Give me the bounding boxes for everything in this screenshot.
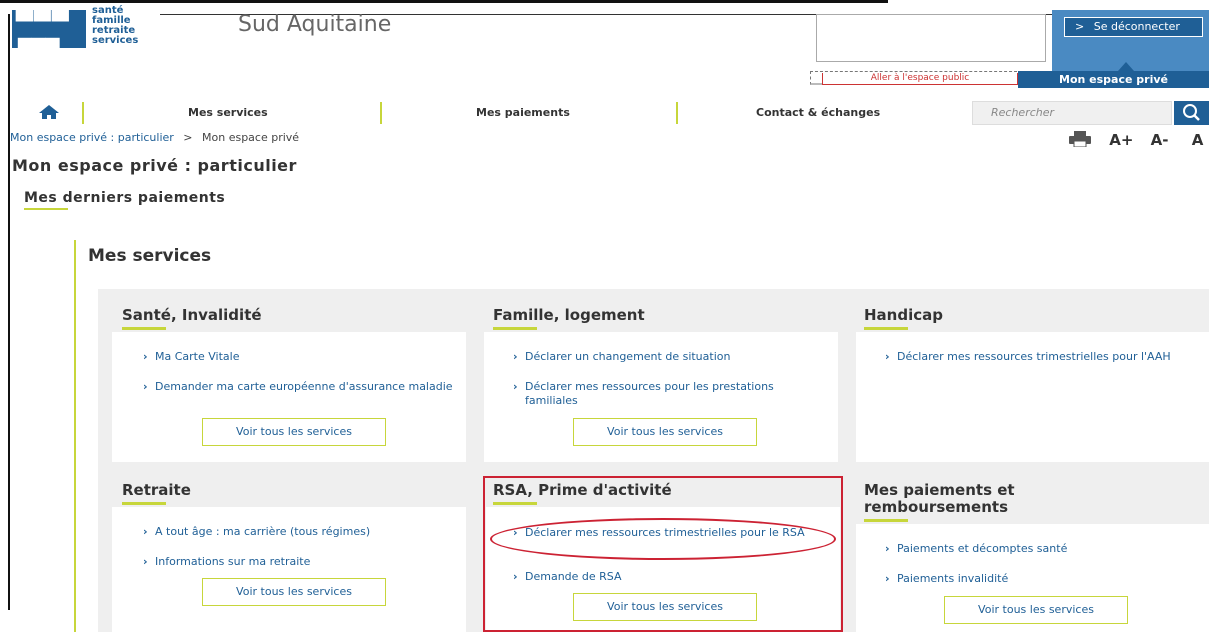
chevron-right-icon: › bbox=[513, 380, 518, 393]
see-all-services-button[interactable]: Voir tous les services bbox=[202, 578, 386, 606]
breadcrumb-separator: > bbox=[183, 131, 193, 144]
top-border bbox=[0, 0, 888, 3]
private-space-tab[interactable]: Mon espace privé bbox=[1018, 71, 1209, 88]
font-smaller-button[interactable]: A- bbox=[1151, 131, 1169, 149]
link-label: Déclarer un changement de situation bbox=[525, 350, 731, 363]
logo-mark-bottom: ▄▄▄ bbox=[18, 28, 60, 49]
font-larger-button[interactable]: A+ bbox=[1109, 131, 1133, 149]
nav-mes-paiements[interactable]: Mes paiements bbox=[476, 106, 570, 119]
chevron-right-icon: › bbox=[885, 572, 890, 585]
nav-contact[interactable]: Contact & échanges bbox=[756, 106, 880, 119]
logout-label: Se déconnecter bbox=[1093, 20, 1180, 33]
print-icon[interactable] bbox=[1068, 131, 1092, 148]
link-label: Demander ma carte européenne d'assurance… bbox=[155, 380, 453, 393]
card-title-retraite: Retraite bbox=[122, 481, 191, 499]
search-input[interactable]: Rechercher bbox=[972, 101, 1172, 125]
see-all-services-button[interactable]: Voir tous les services bbox=[944, 596, 1128, 624]
link-label: Paiements invalidité bbox=[897, 572, 1009, 585]
site-title: Sud Aquitaine bbox=[238, 12, 392, 37]
link-carte-vitale[interactable]: › Ma Carte Vitale bbox=[143, 350, 455, 364]
link-label: Déclarer mes ressources trimestrielles p… bbox=[897, 350, 1171, 363]
section-accent-bar bbox=[74, 240, 76, 632]
search-icon bbox=[1183, 104, 1200, 121]
font-reset-button[interactable]: A bbox=[1192, 131, 1204, 149]
link-label: Déclarer mes ressources pour les prestat… bbox=[525, 380, 774, 407]
logo-tagline: santé famille retraite services bbox=[92, 6, 138, 46]
chevron-right-icon: › bbox=[143, 350, 148, 363]
card-title-handicap: Handicap bbox=[864, 306, 943, 324]
link-paiements-sante[interactable]: › Paiements et décomptes santé bbox=[885, 542, 1187, 556]
card-underline bbox=[122, 327, 166, 330]
link-paiements-invalidite[interactable]: › Paiements invalidité bbox=[885, 572, 1187, 586]
link-label: A tout âge : ma carrière (tous régimes) bbox=[155, 525, 371, 538]
card-title-paiements: Mes paiements et remboursements bbox=[864, 481, 1015, 516]
nav-separator bbox=[676, 102, 678, 124]
logout-button[interactable]: > Se déconnecter bbox=[1064, 17, 1203, 37]
link-ressources-aah[interactable]: › Déclarer mes ressources trimestrielles … bbox=[885, 350, 1187, 364]
breadcrumb: Mon espace privé : particulier > Mon esp… bbox=[10, 131, 299, 144]
card-underline bbox=[122, 502, 166, 505]
breadcrumb-current: Mon espace privé bbox=[202, 131, 300, 144]
link-info-retraite[interactable]: › Informations sur ma retraite bbox=[143, 555, 455, 569]
chevron-right-icon: › bbox=[885, 350, 890, 363]
nav-separator bbox=[82, 102, 84, 124]
link-carte-europeenne[interactable]: › Demander ma carte européenne d'assuranc… bbox=[143, 380, 455, 394]
see-all-services-button[interactable]: Voir tous les services bbox=[573, 418, 757, 446]
chevron-right-icon: > bbox=[1075, 20, 1085, 33]
link-changement-situation[interactable]: › Déclarer un changement de situation bbox=[513, 350, 825, 364]
panel-notch bbox=[1118, 62, 1134, 71]
card-underline bbox=[493, 327, 537, 330]
chevron-right-icon: › bbox=[143, 380, 148, 393]
card-title-famille: Famille, logement bbox=[493, 306, 645, 324]
left-border bbox=[8, 14, 10, 610]
link-label: Informations sur ma retraite bbox=[155, 555, 311, 568]
chevron-right-icon: › bbox=[513, 350, 518, 363]
card-title-sante: Santé, Invalidité bbox=[122, 306, 262, 324]
header-blank-box bbox=[816, 14, 1046, 62]
link-label: Paiements et décomptes santé bbox=[897, 542, 1068, 555]
search-button[interactable] bbox=[1174, 101, 1209, 125]
nav-separator bbox=[380, 102, 382, 124]
card-underline bbox=[864, 327, 908, 330]
breadcrumb-parent[interactable]: Mon espace privé : particulier bbox=[10, 131, 174, 144]
card-underline bbox=[864, 519, 908, 522]
page-tools: A+ A- A bbox=[1068, 131, 1203, 149]
chevron-right-icon: › bbox=[885, 542, 890, 555]
chevron-right-icon: › bbox=[143, 525, 148, 538]
link-ressources-prestations[interactable]: › Déclarer mes ressources pour les presta… bbox=[513, 380, 825, 408]
link-label: Ma Carte Vitale bbox=[155, 350, 240, 363]
msa-logo[interactable]: ▀▀▀ ▄▄▄ bbox=[12, 10, 86, 49]
highlight-ellipse bbox=[490, 518, 836, 560]
page-title: Mon espace privé : particulier bbox=[12, 156, 297, 175]
public-space-link[interactable]: Aller à l'espace public bbox=[822, 73, 1018, 85]
tagline-line: services bbox=[92, 35, 139, 46]
see-all-services-button[interactable]: Voir tous les services bbox=[202, 418, 386, 446]
nav-mes-services[interactable]: Mes services bbox=[188, 106, 268, 119]
services-heading: Mes services bbox=[88, 246, 212, 266]
link-ma-carriere[interactable]: › A tout âge : ma carrière (tous régimes) bbox=[143, 525, 455, 539]
chevron-right-icon: › bbox=[143, 555, 148, 568]
last-payments-heading[interactable]: Mes derniers paiements bbox=[24, 190, 225, 206]
heading-underline bbox=[24, 208, 68, 210]
home-icon[interactable] bbox=[38, 104, 60, 120]
